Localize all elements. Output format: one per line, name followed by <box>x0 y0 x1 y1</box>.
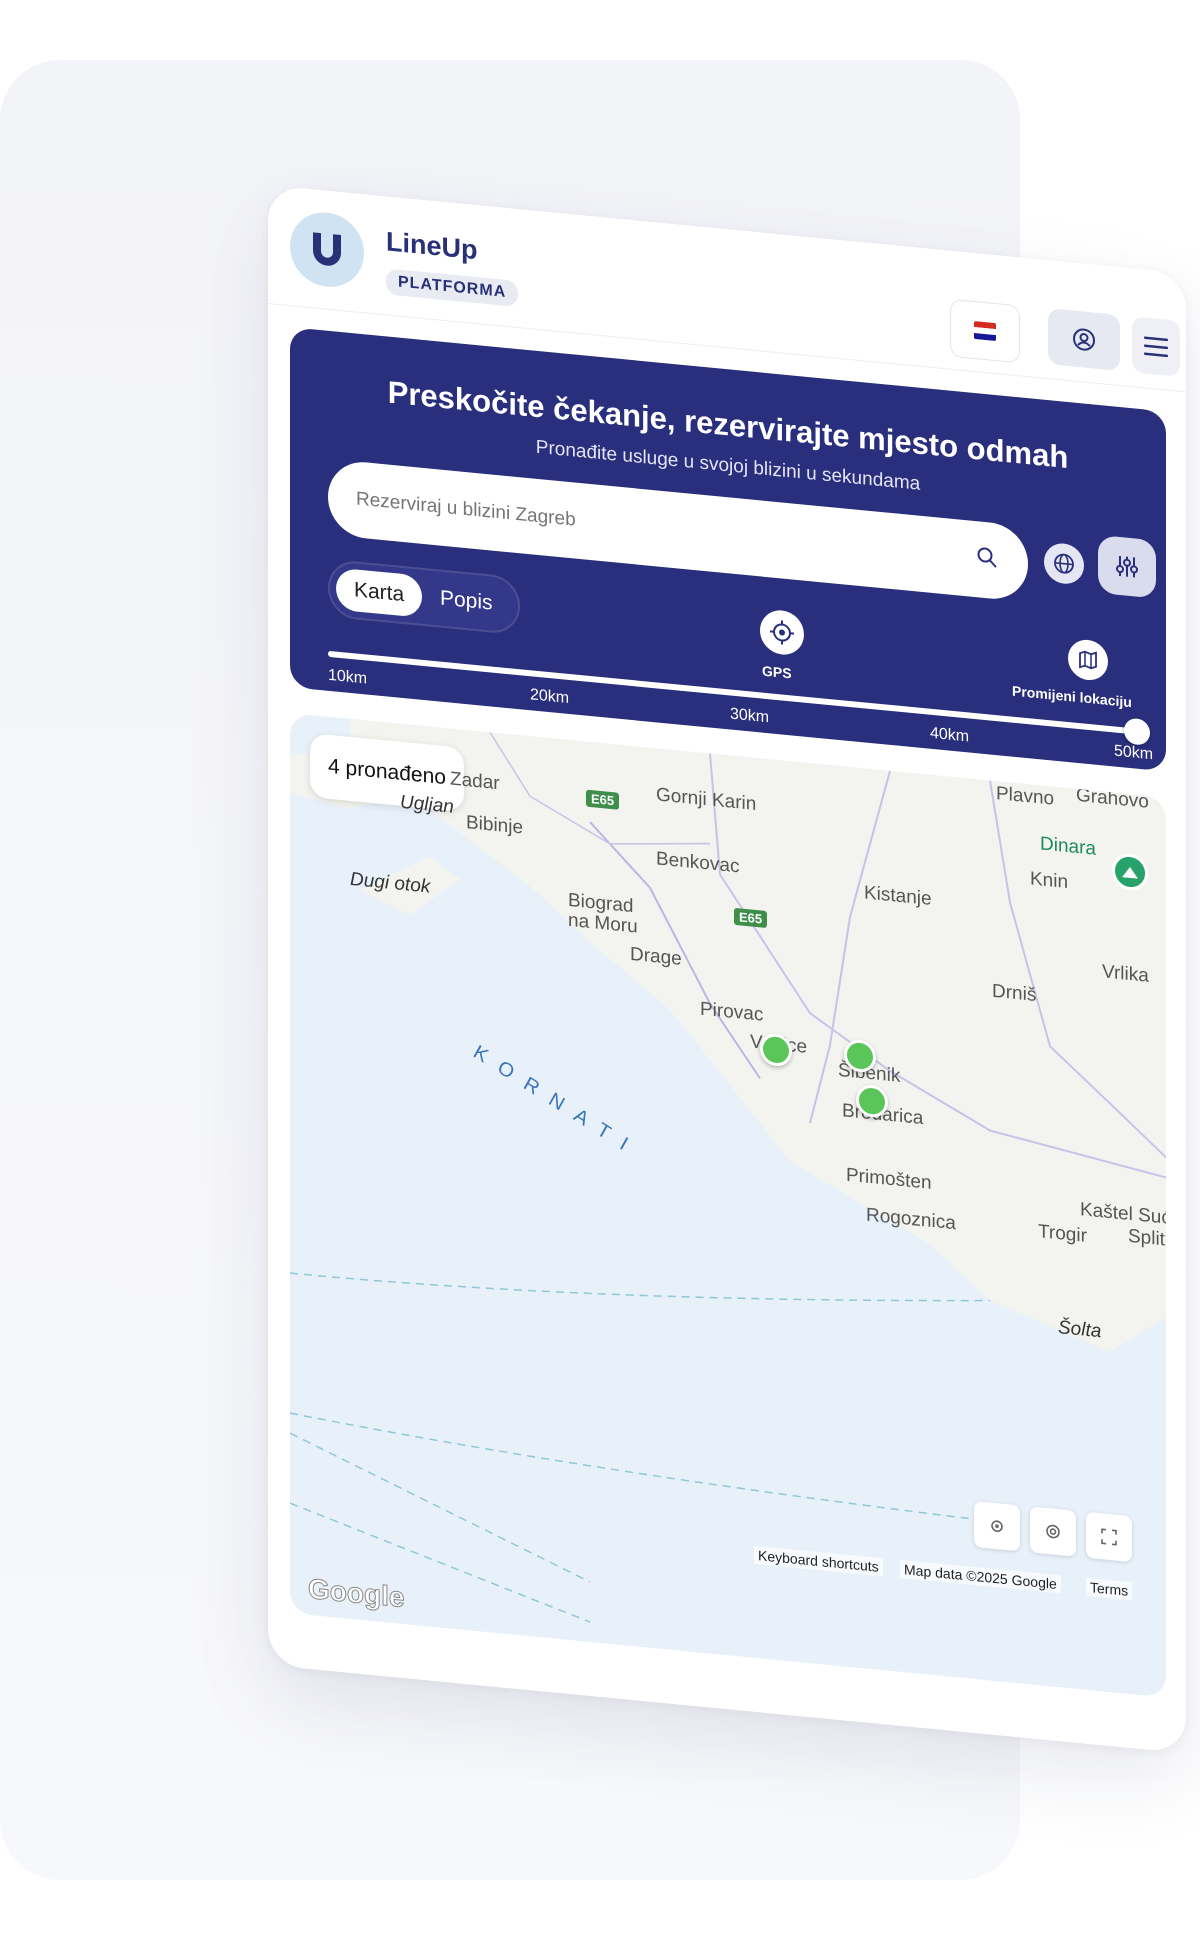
map-label: Zadar <box>450 768 500 795</box>
filter-button[interactable] <box>1098 534 1156 599</box>
map-label: Knin <box>1030 868 1069 894</box>
change-location-label: Promijeni lokaciju <box>1012 682 1132 711</box>
hamburger-menu-icon <box>1144 336 1168 358</box>
user-circle-icon <box>1073 328 1095 351</box>
search-hero: Preskočite čekanje, rezervirajte mjesto … <box>290 327 1166 772</box>
view-toggle[interactable]: Karta Popis <box>328 558 520 636</box>
radius-slider-thumb[interactable] <box>1124 717 1150 746</box>
location-target-icon <box>991 1520 1003 1533</box>
brand-tag: PLATFORMA <box>386 268 519 308</box>
recenter-icon <box>1046 1524 1060 1539</box>
gps-label: GPS <box>762 662 792 682</box>
radius-tick: 30km <box>730 705 770 727</box>
fullscreen-button[interactable] <box>1086 1511 1132 1563</box>
radius-tick: 50km <box>1114 742 1154 764</box>
map-label: Vrlika <box>1102 961 1149 987</box>
map-label: Split <box>1128 1225 1165 1251</box>
view-toggle-list[interactable]: Popis <box>422 576 511 627</box>
radius-tick: 10km <box>328 666 368 688</box>
view-toggle-map[interactable]: Karta <box>336 567 423 618</box>
radius-tick: 20km <box>530 686 570 707</box>
my-location-button[interactable] <box>974 1500 1020 1552</box>
fullscreen-icon <box>1101 1528 1117 1546</box>
change-location-button[interactable] <box>1068 638 1108 682</box>
radius-tick: 40km <box>930 724 970 746</box>
lineup-logo[interactable] <box>290 209 364 291</box>
recenter-button[interactable] <box>1030 1506 1076 1557</box>
search-icon[interactable] <box>976 545 998 569</box>
road-badge: E65 <box>586 789 620 810</box>
sliders-filter-icon <box>1116 555 1138 578</box>
crosshair-gps-icon <box>770 620 794 645</box>
globe-icon <box>1054 553 1074 574</box>
brand-name: LineUp <box>386 226 478 266</box>
map-pin-edit-icon <box>1079 650 1097 670</box>
lineup-u-logo-icon <box>313 232 341 266</box>
map-label: Šolta <box>1058 1317 1102 1343</box>
map-label: Trogir <box>1038 1221 1087 1247</box>
gps-button[interactable] <box>760 608 804 657</box>
menu-button[interactable] <box>1132 316 1180 377</box>
globe-button[interactable] <box>1044 541 1084 586</box>
language-button[interactable] <box>950 298 1020 364</box>
results-map[interactable]: 4 pronađeno Zadar Ugljan Bibinje Dugi ot… <box>290 713 1166 1698</box>
device-frame: LineUp PLATFORMA Preskočite čekanje, rez… <box>268 185 1186 1754</box>
road-badge: E65 <box>734 907 768 929</box>
map-label: Drniš <box>992 980 1037 1006</box>
croatia-flag-icon <box>974 320 996 342</box>
profile-button[interactable] <box>1048 308 1120 372</box>
